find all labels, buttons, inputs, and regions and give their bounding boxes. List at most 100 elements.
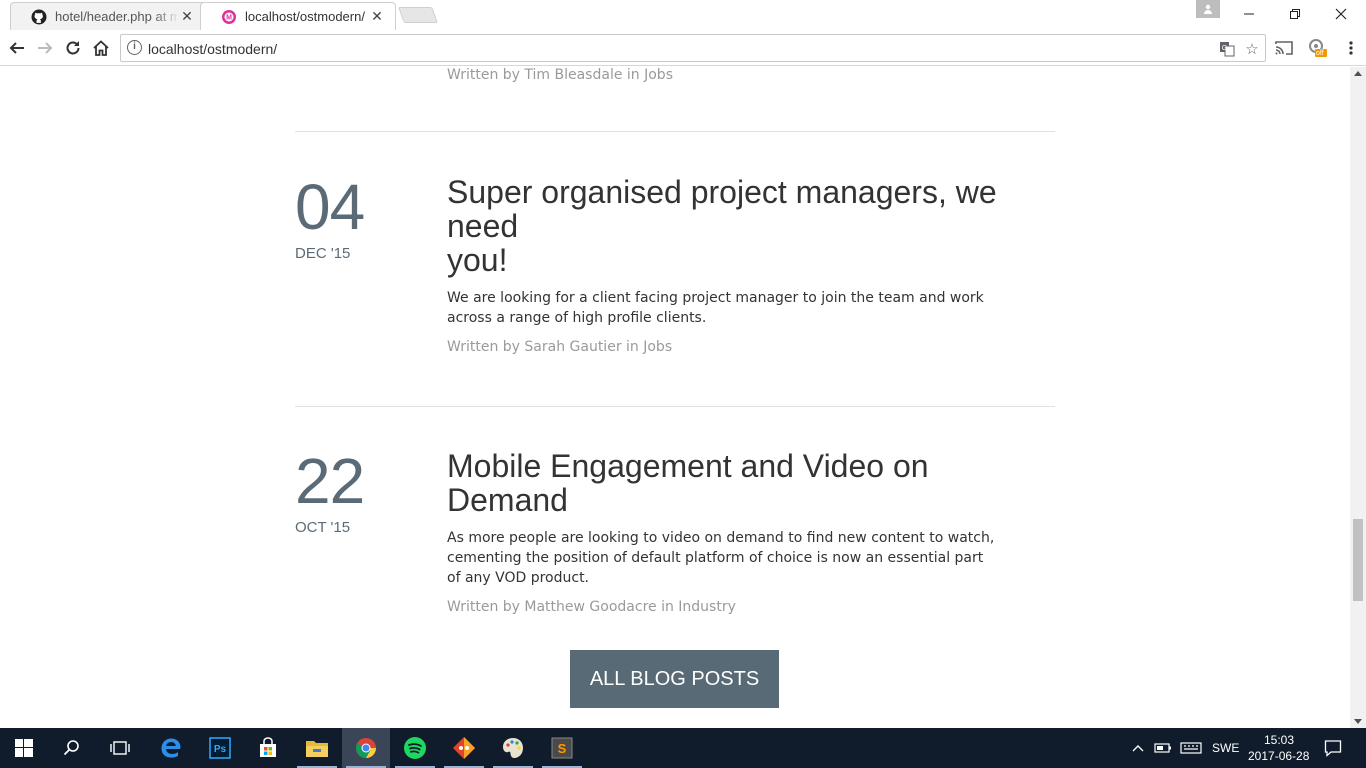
windows-taskbar: Ps S SWE 15:03 2017-06-28 [0, 728, 1366, 768]
minimize-icon [1244, 13, 1254, 15]
close-window-button[interactable] [1318, 0, 1364, 28]
task-view-button[interactable] [96, 728, 144, 768]
menu-button[interactable] [1340, 37, 1362, 59]
sublime-text-icon: S [551, 737, 573, 759]
svg-text:M: M [226, 14, 232, 21]
post-title-line: you! [447, 242, 508, 278]
taskbar-spotify[interactable] [391, 728, 439, 768]
edge-icon [161, 738, 181, 758]
blog-post: 04 DEC '15 Super organised project manag… [295, 175, 1055, 355]
minimize-button[interactable] [1226, 0, 1272, 28]
battery-icon [1154, 743, 1171, 753]
paint-palette-icon [503, 738, 523, 758]
svg-text:Ps: Ps [214, 744, 227, 755]
clock-time[interactable]: 15:03 [1264, 733, 1294, 747]
post-month: DEC '15 [295, 245, 351, 262]
post-excerpt-line: We are looking for a client facing proje… [447, 290, 984, 306]
post-excerpt-line: As more people are looking to video on d… [447, 530, 995, 546]
home-icon [93, 40, 109, 56]
action-center-button[interactable] [1318, 728, 1348, 768]
chevron-up-icon [1132, 745, 1144, 752]
taskbar-file-explorer[interactable] [293, 728, 341, 768]
cast-button[interactable] [1273, 37, 1295, 59]
post-title-line: need [447, 208, 519, 244]
taskbar-paint[interactable] [489, 728, 537, 768]
extension-badge: off [1316, 50, 1324, 57]
clock-date[interactable]: 2017-06-28 [1248, 749, 1309, 763]
post-byline[interactable]: Written by Sarah Gautier in Jobs [447, 339, 672, 355]
restore-button[interactable] [1272, 0, 1318, 28]
scrollbar-thumb[interactable] [1353, 519, 1363, 601]
browser-tabstrip: hotel/header.php at mas ✕ M localhost/os… [0, 0, 1366, 30]
person-icon [1204, 4, 1212, 14]
close-tab-icon[interactable]: ✕ [369, 8, 385, 25]
back-button[interactable] [6, 37, 28, 59]
extension-button[interactable]: off [1306, 37, 1328, 59]
post-byline[interactable]: Written by Matthew Goodacre in Industry [447, 599, 736, 615]
page-viewport: Written by Tim Bleasdale in Jobs 04 DEC … [0, 67, 1350, 728]
task-view-icon [110, 741, 130, 755]
browser-toolbar: i localhost/ostmodern/ G ☆ off [0, 30, 1366, 66]
page-scrollbar[interactable] [1350, 67, 1366, 728]
taskbar-git-tool[interactable] [440, 728, 488, 768]
post-title[interactable]: Super organised project managers, we nee… [447, 175, 1007, 277]
arrow-right-icon [38, 42, 53, 54]
taskbar-sublime-text[interactable]: S [538, 728, 586, 768]
post-excerpt: As more people are looking to video on d… [447, 528, 1007, 588]
taskbar-edge[interactable] [147, 728, 195, 768]
all-blog-posts-button[interactable]: ALL BLOG POSTS [570, 650, 779, 708]
url-text: localhost/ostmodern/ [148, 41, 278, 57]
forward-button[interactable] [34, 37, 56, 59]
battery-button[interactable] [1152, 728, 1174, 768]
start-button[interactable] [0, 728, 48, 768]
scroll-down-arrow-icon[interactable] [1354, 719, 1362, 724]
github-icon [31, 9, 47, 25]
tab-github-header[interactable]: hotel/header.php at mas ✕ [10, 2, 206, 30]
post-title-line: Demand [447, 482, 568, 518]
previous-post-byline[interactable]: Written by Tim Bleasdale in Jobs [447, 67, 673, 83]
post-day: 22 [295, 445, 365, 517]
windows-logo-icon [15, 739, 33, 757]
new-tab-button[interactable] [398, 7, 438, 23]
post-title-line: Super organised project managers, we [447, 174, 997, 210]
search-icon [63, 740, 79, 756]
post-day: 04 [295, 171, 365, 243]
localhost-favicon-icon: M [221, 9, 237, 25]
reload-button[interactable] [62, 37, 84, 59]
address-bar[interactable]: i localhost/ostmodern/ G ☆ [120, 34, 1266, 62]
keyboard-button[interactable] [1178, 728, 1204, 768]
show-hidden-icons-button[interactable] [1128, 728, 1148, 768]
post-excerpt-line: cementing the position of default platfo… [447, 550, 984, 566]
info-icon[interactable]: i [127, 40, 142, 55]
cast-icon [1275, 41, 1293, 55]
store-bag-icon [260, 737, 276, 757]
git-diamond-icon [453, 737, 475, 759]
bookmark-star-icon[interactable]: ☆ [1243, 40, 1261, 58]
input-language[interactable]: SWE [1212, 741, 1239, 755]
translate-icon[interactable]: G [1218, 40, 1236, 58]
restore-icon [1290, 9, 1300, 19]
search-button[interactable] [48, 728, 96, 768]
notification-icon [1324, 740, 1342, 757]
home-button[interactable] [90, 37, 112, 59]
folder-icon [306, 741, 328, 757]
taskbar-photoshop[interactable]: Ps [196, 728, 244, 768]
post-divider [295, 131, 1055, 132]
tab-localhost-ostmodern[interactable]: M localhost/ostmodern/ ✕ [200, 2, 396, 30]
profile-button[interactable] [1196, 0, 1220, 18]
post-title[interactable]: Mobile Engagement and Video on Demand [447, 449, 1007, 517]
close-tab-icon[interactable]: ✕ [179, 8, 195, 25]
svg-text:S: S [558, 741, 567, 756]
more-vert-icon [1349, 41, 1353, 55]
post-divider [295, 406, 1055, 407]
taskbar-store[interactable] [244, 728, 292, 768]
scroll-up-arrow-icon[interactable] [1354, 71, 1362, 76]
blog-post: 22 OCT '15 Mobile Engagement and Video o… [295, 449, 1055, 619]
close-icon [1335, 8, 1347, 20]
arrow-left-icon [9, 42, 24, 54]
taskbar-chrome[interactable] [342, 728, 390, 768]
post-excerpt-line: of any VOD product. [447, 570, 590, 586]
photoshop-icon: Ps [209, 737, 231, 759]
post-excerpt-line: across a range of high profile clients. [447, 310, 707, 326]
reload-icon [66, 41, 80, 55]
